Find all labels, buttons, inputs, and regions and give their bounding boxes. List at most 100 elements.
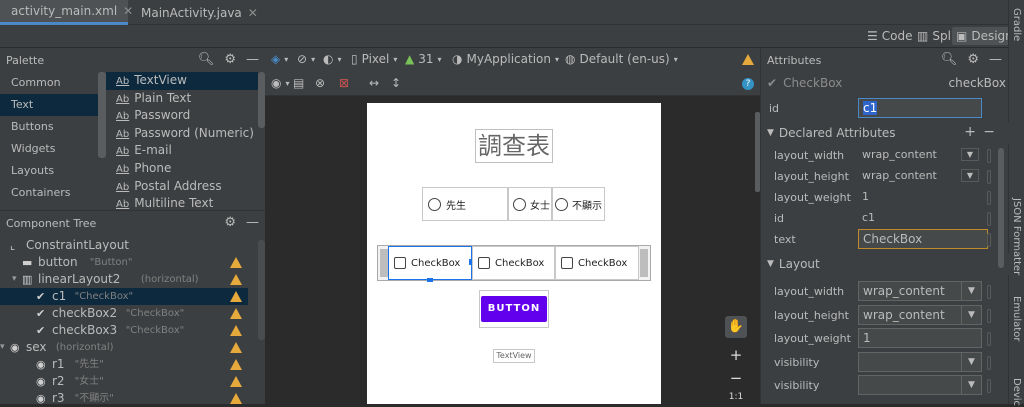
textview-preview[interactable]: TextView	[493, 349, 535, 363]
tree-node[interactable]: ▬ button "Button"	[0, 254, 248, 271]
warning-icon[interactable]	[230, 376, 242, 387]
palette-item[interactable]: Ab Password	[106, 107, 258, 125]
attribute-input[interactable]: wrap_content ▼	[858, 281, 982, 301]
gear-icon[interactable]: ⚙	[967, 52, 979, 67]
minimize-icon[interactable]: —	[246, 52, 259, 67]
palette-category[interactable]: Layouts	[0, 160, 98, 182]
close-icon[interactable]: ✕	[248, 6, 258, 20]
tree-node[interactable]: ✔ checkBox3 "CheckBox"	[0, 322, 248, 339]
palette-category[interactable]: Containers	[0, 182, 98, 204]
tree-node[interactable]: ◉ r2 "女士"	[0, 373, 248, 390]
attribute-resource-picker[interactable]	[987, 191, 991, 205]
attribute-resource-picker[interactable]	[987, 149, 991, 163]
items-scrollbar[interactable]	[258, 72, 265, 128]
warning-icon[interactable]	[230, 257, 242, 268]
checkbox-2[interactable]: CheckBox	[472, 246, 555, 280]
clear-constraints-button[interactable]: ⊠	[339, 76, 349, 90]
tree-node[interactable]: ◉ r3 "不顯示"	[0, 390, 248, 407]
gear-icon[interactable]: ⚙	[224, 52, 236, 67]
attribute-value[interactable]: c1	[862, 211, 875, 224]
add-attribute-icon[interactable]: +	[964, 124, 976, 140]
palette-item[interactable]: Ab TextView	[106, 72, 258, 90]
radio-r3[interactable]: 不顯示	[552, 187, 605, 221]
attribute-input[interactable]: 1	[858, 328, 982, 348]
api-selector[interactable]: ▲ 31 ▾	[405, 52, 442, 66]
attribute-input[interactable]: CheckBox	[858, 229, 988, 249]
attribute-input[interactable]: ▼	[858, 351, 982, 372]
device-tool-button[interactable]: Devic	[1011, 378, 1022, 406]
checkbox-c1-selected[interactable]: CheckBox	[388, 246, 472, 280]
attribute-input[interactable]: wrap_content ▼	[858, 304, 982, 325]
layout-section[interactable]: ▼ Layout	[761, 253, 1009, 275]
gradle-tool-button[interactable]: Gradle	[1011, 8, 1022, 41]
vertical-guideline-button[interactable]: ↕	[391, 76, 401, 90]
theme-selector[interactable]: ◑ MyApplication ▾	[452, 52, 559, 66]
tree-node[interactable]: ◉ r1 "先生"	[0, 356, 248, 373]
code-view-button[interactable]: ☰ Code	[863, 27, 917, 45]
attribute-resource-picker[interactable]	[987, 285, 991, 299]
tree-node[interactable]: ⌞ ConstraintLayout	[0, 237, 248, 254]
tree-node[interactable]: ▾ ◉ sex (horizontal)	[0, 339, 248, 356]
night-mode-button[interactable]: ◐ ▾	[323, 52, 342, 66]
palette-item[interactable]: Ab Password (Numeric)	[106, 125, 258, 143]
button-preview[interactable]: BUTTON	[481, 296, 547, 322]
warning-icon[interactable]	[230, 308, 242, 319]
attribute-value[interactable]: wrap_content	[862, 169, 937, 182]
minimize-icon[interactable]: —	[246, 215, 259, 230]
horizontal-guideline-button[interactable]: ↔	[369, 76, 379, 90]
layers-button[interactable]: ◈ ▾	[271, 52, 288, 66]
autoconnect-button[interactable]: ⊗	[315, 76, 325, 90]
warning-icon[interactable]	[230, 274, 242, 285]
id-input[interactable]: c1	[858, 98, 982, 118]
json-formatter-tool-button[interactable]: JSON Formatter	[1011, 198, 1022, 275]
categories-scrollbar[interactable]	[98, 72, 106, 158]
blueprint-button[interactable]: ▤	[293, 76, 304, 90]
palette-item[interactable]: Ab Multiline Text	[106, 195, 258, 210]
pan-hand-icon[interactable]: ✋	[725, 316, 747, 338]
palette-item[interactable]: Ab Postal Address	[106, 178, 258, 196]
dropdown-arrow-icon[interactable]: ▼	[961, 376, 981, 394]
chevron-down-icon[interactable]: ▾	[0, 339, 5, 356]
warning-icon[interactable]	[230, 393, 242, 404]
tree-node[interactable]: ▾ ▥ linearLayout2 (horizontal)	[0, 271, 248, 288]
zoom-ratio[interactable]: 1:1	[725, 392, 747, 404]
palette-item[interactable]: Ab E-mail	[106, 142, 258, 160]
device-selector[interactable]: ▯ Pixel ▾	[351, 52, 397, 66]
dropdown-arrow-icon[interactable]: ▼	[961, 148, 979, 161]
tree-node[interactable]: ✔ c1 "CheckBox"	[0, 288, 248, 305]
help-icon[interactable]: ?	[742, 78, 754, 90]
radio-r1[interactable]: 先生	[422, 187, 508, 221]
attribute-resource-picker[interactable]	[987, 233, 991, 247]
dropdown-arrow-icon[interactable]: ▼	[961, 282, 981, 300]
emulator-tool-button[interactable]: Emulator	[1011, 296, 1022, 341]
locale-selector[interactable]: ◍ Default (en-us) ▾	[565, 52, 678, 66]
palette-category-selected[interactable]: Text	[0, 94, 98, 116]
resize-handle[interactable]	[427, 278, 433, 282]
tab-main-activity-java[interactable]: MainActivity.java ✕	[130, 0, 258, 25]
attribute-resource-picker[interactable]	[987, 308, 991, 323]
declared-attributes-section[interactable]: ▼ Declared Attributes + −	[761, 122, 1009, 144]
dropdown-arrow-icon[interactable]: ▼	[961, 352, 981, 371]
palette-item[interactable]: Ab Phone	[106, 160, 258, 178]
zoom-in-icon[interactable]: +	[725, 345, 747, 365]
warning-icon[interactable]	[230, 325, 242, 336]
search-icon[interactable]: 🔍︎	[198, 52, 215, 67]
tab-activity-main-xml[interactable]: activity_main.xml ✕	[0, 0, 133, 25]
tree-scrollbar[interactable]	[258, 240, 265, 340]
survey-title[interactable]: 調查表	[475, 129, 553, 163]
minimize-icon[interactable]: —	[989, 52, 1002, 67]
warning-icon[interactable]	[230, 342, 242, 353]
chevron-down-icon[interactable]: ▾	[12, 271, 17, 288]
warning-icon[interactable]	[742, 54, 754, 65]
attributes-scrollbar[interactable]	[998, 148, 1004, 268]
remove-attribute-icon[interactable]: −	[983, 124, 995, 140]
palette-category[interactable]: Common	[0, 72, 98, 94]
radio-r2[interactable]: 女士	[508, 187, 552, 221]
checkbox-3[interactable]: CheckBox	[555, 246, 639, 280]
zoom-out-icon[interactable]: −	[725, 368, 747, 388]
search-icon[interactable]: 🔍︎	[941, 52, 958, 67]
palette-item[interactable]: Ab Plain Text	[106, 90, 258, 108]
phone-preview[interactable]: 調查表 先生 女士 不顯示 CheckBox CheckBox CheckBox…	[367, 103, 661, 404]
palette-category[interactable]: Widgets	[0, 138, 98, 160]
palette-category[interactable]: Buttons	[0, 116, 98, 138]
